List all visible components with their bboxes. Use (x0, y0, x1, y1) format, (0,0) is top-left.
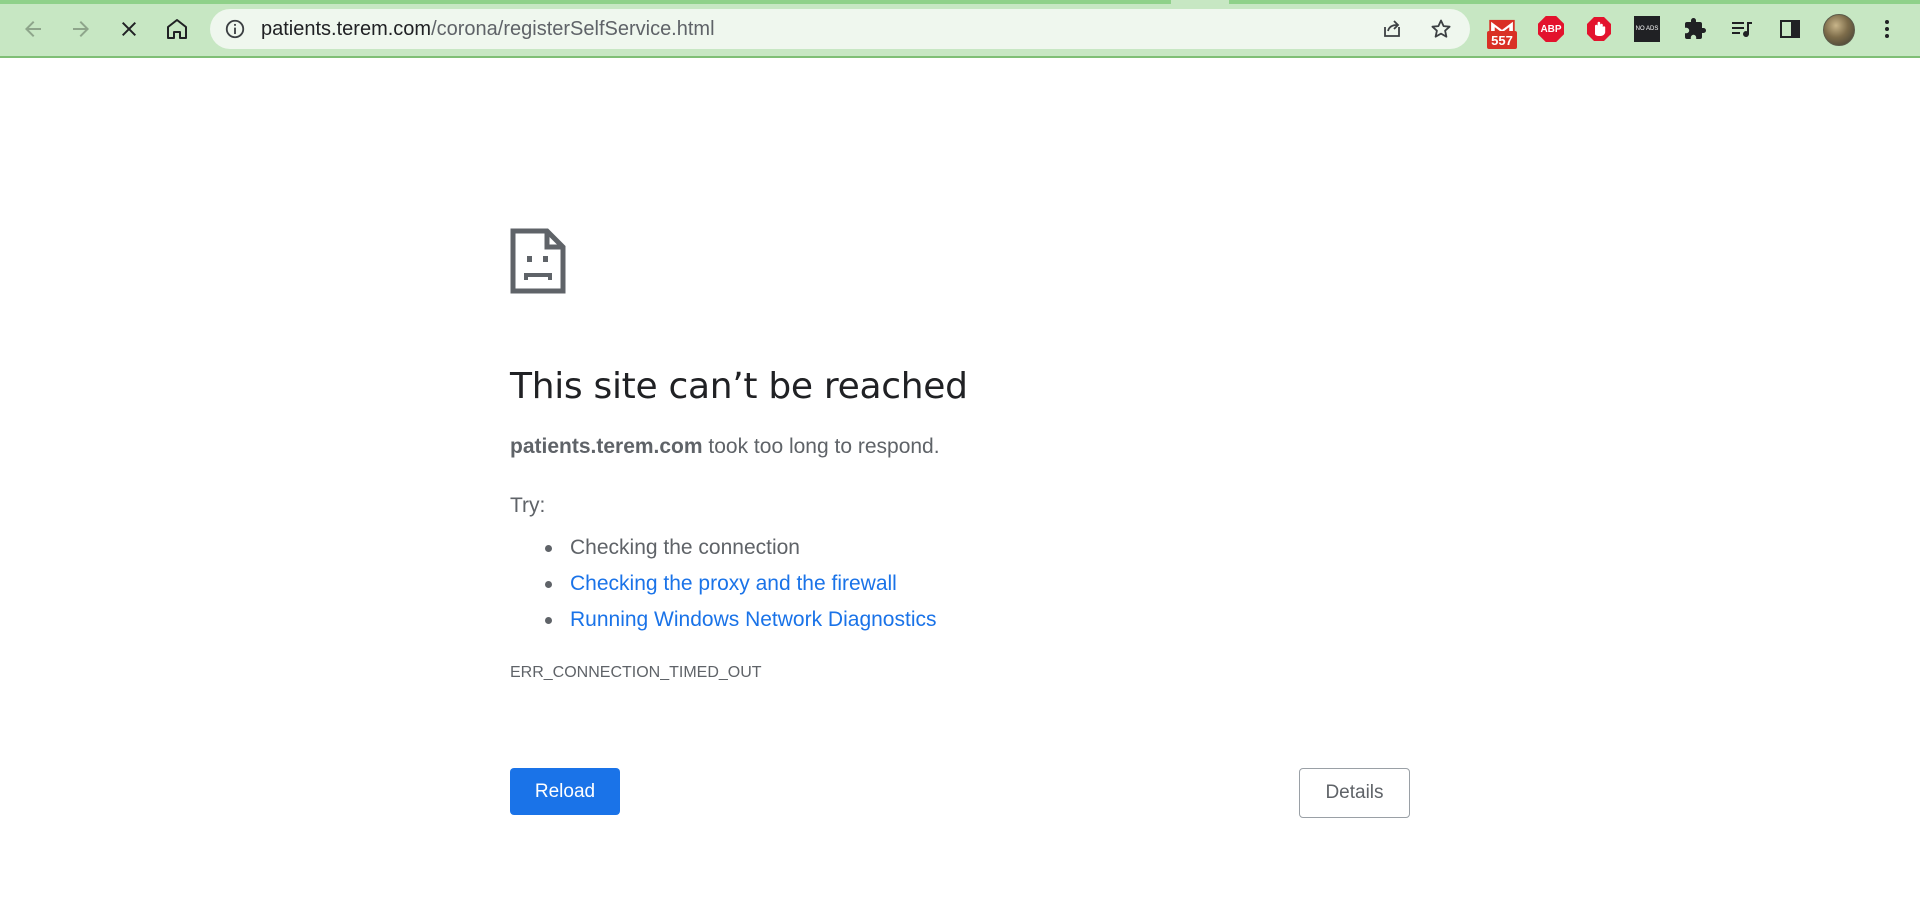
error-code: ERR_CONNECTION_TIMED_OUT (510, 664, 762, 681)
url-text[interactable]: patients.terem.com/corona/registerSelfSe… (261, 19, 715, 39)
playlist-music-icon (1732, 22, 1752, 38)
back-button[interactable] (15, 11, 51, 47)
no-ads-button[interactable]: NO ADS (1632, 14, 1662, 44)
profile-button[interactable] (1822, 13, 1856, 47)
gmail-unread-badge: 557 (1487, 31, 1517, 49)
sad-document-icon (510, 228, 566, 294)
error-summary: patients.terem.com took too long to resp… (510, 435, 940, 459)
suggestion-check-connection: Checking the connection (545, 530, 937, 566)
reload-button[interactable]: Reload (510, 768, 620, 815)
suggestion-network-diagnostics-link[interactable]: Running Windows Network Diagnostics (545, 602, 937, 638)
browser-toolbar: patients.terem.com/corona/registerSelfSe… (0, 0, 1920, 58)
url-host: patients.terem.com (261, 18, 432, 40)
url-path: /corona/registerSelfService.html (431, 18, 715, 40)
chrome-menu-button[interactable] (1872, 14, 1902, 44)
loading-progress-bar (0, 0, 1920, 4)
side-panel-button[interactable] (1775, 14, 1805, 44)
site-info-icon[interactable] (224, 18, 246, 40)
suggestion-check-proxy-link[interactable]: Checking the proxy and the firewall (545, 566, 937, 602)
suggestions-list: Checking the connection Checking the pro… (545, 530, 937, 638)
adblock-plus-button[interactable]: ABP (1536, 14, 1566, 44)
share-icon[interactable] (1380, 17, 1404, 41)
home-icon (167, 19, 187, 39)
error-host: patients.terem.com (510, 435, 703, 458)
stop-hand-icon (1587, 17, 1611, 41)
details-button[interactable]: Details (1299, 768, 1410, 818)
media-queue-button[interactable] (1727, 14, 1757, 44)
side-panel-icon (1780, 20, 1800, 38)
arrow-right-icon (73, 21, 89, 37)
avatar (1823, 14, 1855, 46)
no-ads-icon: NO ADS (1634, 16, 1660, 42)
extensions-button[interactable] (1680, 14, 1710, 44)
arrow-left-icon (25, 21, 41, 37)
error-message: took too long to respond. (702, 435, 940, 458)
more-vert-icon (1885, 20, 1889, 38)
adblock-plus-icon: ABP (1538, 16, 1564, 42)
adblock-button[interactable] (1584, 14, 1614, 44)
bookmark-star-icon[interactable] (1429, 17, 1453, 41)
close-icon (122, 22, 136, 36)
page-title: This site can’t be reached (510, 366, 968, 407)
try-label: Try: (510, 494, 546, 517)
forward-button[interactable] (63, 11, 99, 47)
home-button[interactable] (159, 11, 195, 47)
stop-loading-button[interactable] (111, 11, 147, 47)
address-bar[interactable]: patients.terem.com/corona/registerSelfSe… (210, 9, 1470, 49)
puzzle-icon (1685, 18, 1706, 39)
